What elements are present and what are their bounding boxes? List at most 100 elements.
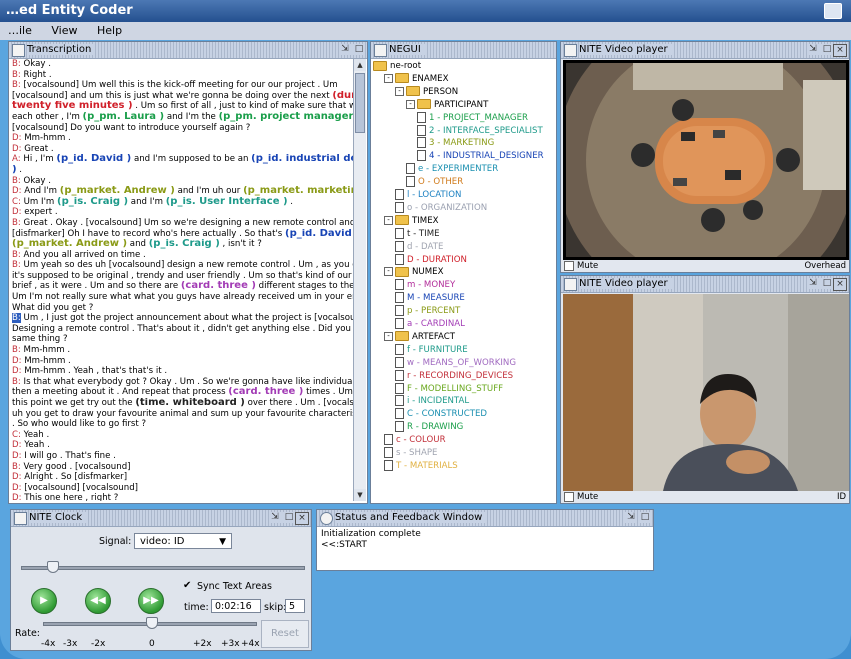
tree-node[interactable]: 2 - INTERFACE_SPECIALIST [417,124,543,137]
fast-forward-button[interactable]: ▶▶ [138,588,164,614]
entity-tag[interactable]: twenty five minutes ) [12,101,133,111]
tree-node[interactable]: - PARTICIPANT [406,99,488,111]
transcript-line[interactable]: it's supposed to be original , trendy an… [12,271,353,282]
transcript-line[interactable]: [vocalsound] and um this is just what we… [12,91,353,102]
transcript-text[interactable]: B: Okay . B: Right . B: [vocalsound] Um we… [10,59,353,501]
transcript-line[interactable]: each other , I'm (p_pm. Laura ) and I'm … [12,112,353,123]
scroll-down-icon[interactable]: ▼ [354,489,366,501]
transcript-line[interactable]: What did you get ? [12,303,353,314]
close-icon[interactable]: × [833,44,847,57]
transcript-line[interactable]: brief , as it were . Um and so there are… [12,281,353,292]
transcript-scrollbar[interactable]: ▲ ▼ [353,59,366,501]
transcript-line[interactable]: D: Mm-hmm . [12,356,353,367]
transcript-line[interactable]: D: This one here , right ? [12,493,353,501]
tree-node[interactable]: M - MEASURE [395,292,465,304]
transcript-line[interactable]: B: Okay . [12,59,353,70]
transcript-line[interactable]: B: Very good . [vocalsound] [12,462,353,473]
tree-node[interactable]: T - MATERIALS [384,459,458,472]
window-maximize-button[interactable] [824,3,842,19]
tree-node[interactable]: o - ORGANIZATION [395,201,487,214]
entity-tag[interactable]: (p_market. marketing ) [243,186,353,196]
transcript-line[interactable]: uh you get to draw your favourite animal… [12,409,353,420]
maximize-icon[interactable]: □ [353,44,365,55]
menu-file[interactable]: …ile [8,24,32,37]
tree-node[interactable]: e - EXPERIMENTER [406,163,498,175]
entity-tag[interactable]: (time. whiteboard ) [135,398,245,408]
minimize-icon[interactable]: ⇲ [807,278,819,289]
tree-node[interactable]: a - CARDINAL [395,318,465,330]
transcript-line[interactable]: . So who would like to go first ? [12,419,353,430]
transcript-line[interactable]: D: Great . [12,144,353,155]
entity-tag[interactable]: (p_pm. project manager ) [219,112,353,122]
tree-node[interactable]: p - PERCENT [395,305,460,317]
transcript-line[interactable]: B: Is that what everybody got ? Okay . U… [12,377,353,388]
transcript-line[interactable]: (p_market. Andrew ) and (p_is. Craig ) ,… [12,239,353,250]
tree-node[interactable]: - ARTEFACT [384,331,455,343]
id-video-frame[interactable] [563,294,849,491]
rate-slider-knob[interactable] [146,617,158,629]
transcript-line[interactable]: B: Mm-hmm . [12,345,353,356]
entity-tag[interactable]: (p_is. User Interface ) [166,197,288,207]
transcript-line[interactable]: B: [vocalsound] Um well this is the kick… [12,80,353,91]
tree-node[interactable]: c - COLOUR [384,434,446,446]
entity-tag[interactable]: (p_market. Andrew ) [60,186,175,196]
tree-node[interactable]: w - MEANS_OF_WORKING [395,356,516,369]
maximize-icon[interactable]: □ [821,44,833,55]
transcript-line[interactable]: D: [vocalsound] [vocalsound] [12,483,353,494]
position-slider-knob[interactable] [47,561,59,573]
collapse-icon[interactable]: - [384,215,393,225]
tree-node[interactable]: F - MODELLING_STUFF [395,382,503,395]
tree-node[interactable]: R - DRAWING [395,421,463,433]
collapse-icon[interactable]: - [384,267,393,277]
transcript-line[interactable]: D: Yeah . [12,440,353,451]
tree-node[interactable]: i - INCIDENTAL [395,395,469,407]
reset-button[interactable]: Reset [261,620,309,648]
tree-node[interactable]: C - CONSTRUCTED [395,408,487,420]
entity-tag[interactable]: (p_id. industrial designer [251,154,353,164]
entity-tag[interactable]: (card. three ) [228,387,303,397]
skip-field[interactable]: 5 [285,599,305,613]
transcript-line[interactable]: C: Um I'm (p_is. Craig ) and I'm (p_is. … [12,197,353,208]
tree-node[interactable]: - NUMEX [384,266,443,278]
entity-tag[interactable]: (p_is. Craig ) [57,197,128,207]
minimize-icon[interactable]: ⇲ [625,512,637,523]
play-button[interactable]: ▶ [31,588,57,614]
tree-node[interactable]: f - FURNITURE [395,343,468,356]
entity-tag[interactable]: (p_market. Andrew ) [12,239,127,249]
transcript-line[interactable]: then a meeting about it . And repeat tha… [12,387,353,398]
transcript-line[interactable]: this point we get try out the (time. whi… [12,398,353,409]
tree-node[interactable]: d - DATE [395,240,443,253]
maximize-icon[interactable]: □ [283,512,295,523]
tree-node[interactable]: D - DURATION [395,253,467,266]
transcript-line[interactable]: B: Um yeah so des uh [vocalsound] design… [12,260,353,271]
close-icon[interactable]: × [295,512,309,525]
transcript-line[interactable]: B: Right . [12,70,353,81]
transcript-line[interactable]: D: Mm-hmm . Yeah , that's that's it . [12,366,353,377]
transcript-line[interactable]: twenty five minutes ) . Um so first of a… [12,101,353,112]
tree-node[interactable]: m - MONEY [395,279,455,291]
rewind-button[interactable]: ◀◀ [85,588,111,614]
collapse-icon[interactable]: - [406,99,415,109]
position-slider[interactable] [21,566,305,570]
mute-checkbox[interactable] [564,260,574,271]
tree-node[interactable]: - ENAMEX [384,73,448,85]
collapse-icon[interactable]: - [384,73,393,83]
entity-tag[interactable]: (card. three ) [181,281,256,291]
tree-node[interactable]: 1 - PROJECT_MANAGER [417,111,528,124]
entity-tree[interactable]: ne-root - ENAMEX - PERSON - PARTICIPANT 1 - PRO… [373,60,554,501]
entity-tag[interactable]: (p_is. Craig ) [149,239,220,249]
entity-tag[interactable]: (dur. [332,91,353,101]
time-field[interactable]: 0:02:16 [211,599,261,613]
overhead-video-frame[interactable] [556,10,851,310]
tree-node[interactable]: ne-root [373,60,421,72]
transcript-line[interactable]: D: expert . [12,207,353,218]
transcript-line[interactable]: B: Great . Okay . [vocalsound] Um so we'… [12,218,353,229]
transcript-line[interactable]: B: And you all arrived on time . [12,250,353,261]
tree-node[interactable]: O - OTHER [406,176,463,188]
tree-node[interactable]: r - RECORDING_DEVICES [395,369,513,382]
transcript-line[interactable]: C: Yeah . [12,430,353,441]
transcript-line[interactable]: B: Um , I just got the project announcem… [12,313,353,324]
maximize-icon[interactable]: □ [639,512,651,523]
transcript-line[interactable]: Um I'm not really sure what what you guy… [12,292,353,303]
entity-tag[interactable]: (p_id. David ) [56,154,131,164]
